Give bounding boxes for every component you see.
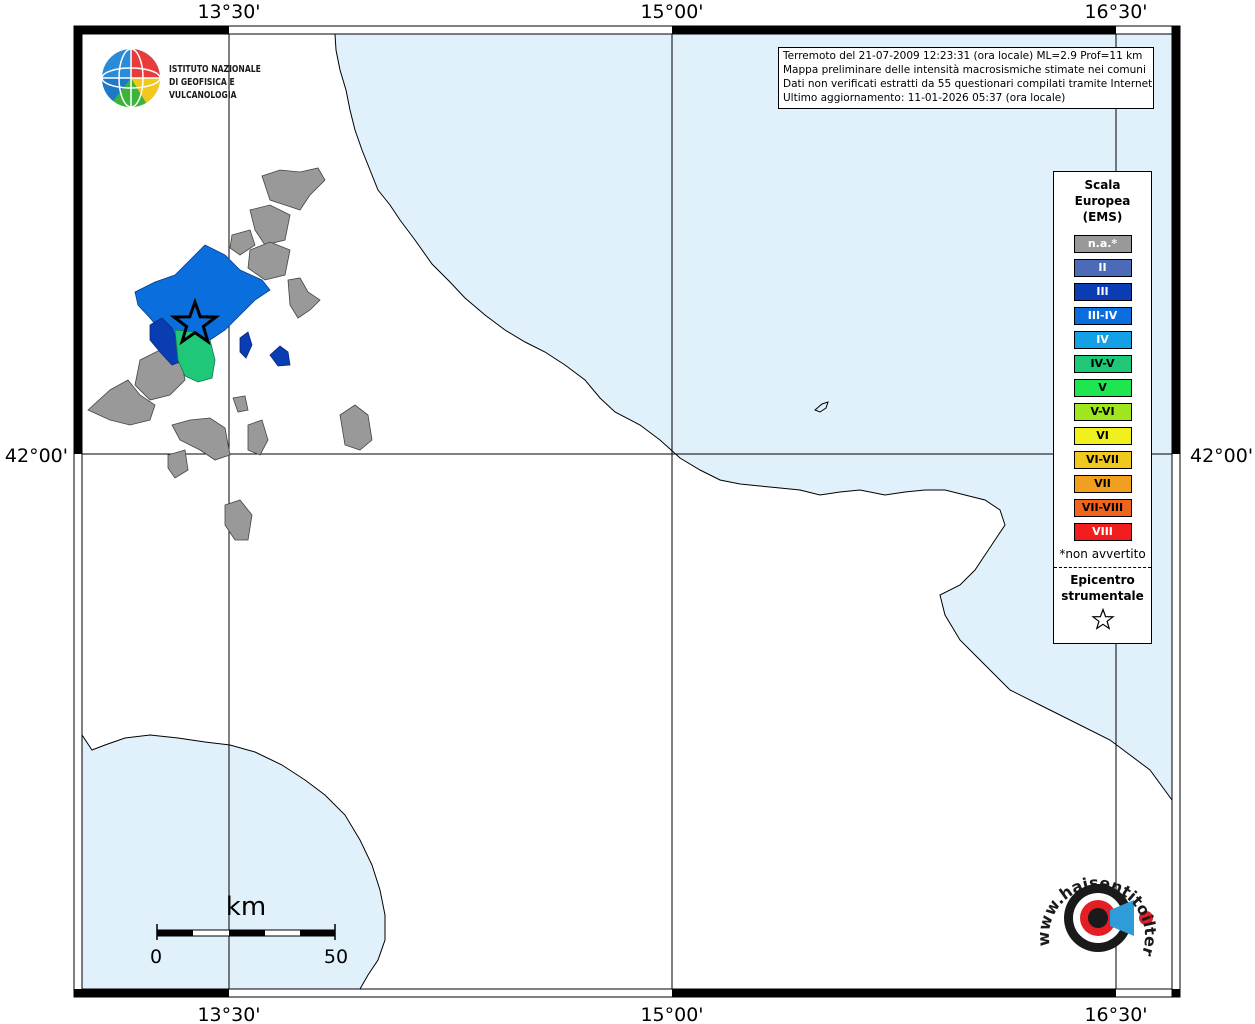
legend-item-iv: IV <box>1073 331 1132 349</box>
event-info-line3: Dati non verificati estratti da 55 quest… <box>783 78 1154 90</box>
ingv-logo-text: ISTITUTO NAZIONALE DI GEOFISICA E VULCAN… <box>169 63 298 102</box>
scale-min-label: 0 <box>150 946 162 968</box>
legend-epicenter-line2: strumentale <box>1061 589 1144 603</box>
ingv-logo-line1: ISTITUTO NAZIONALE <box>169 64 261 75</box>
legend-items: n.a.* II III III-IV IV IV-V V V-VI VI VI… <box>1054 235 1151 541</box>
legend-item-iii: III <box>1073 283 1132 301</box>
globe-icon <box>101 48 161 108</box>
lon-label-top-3: 16°30' <box>1084 1 1147 23</box>
legend-item-vi-vii: VI-VII <box>1073 451 1132 469</box>
legend-item-vii-viii: VII-VIII <box>1073 499 1132 517</box>
legend-item-vii: VII <box>1073 475 1132 493</box>
lat-label-left: 42°00' <box>5 445 68 467</box>
legend-epicenter-line1: Epicentro <box>1070 573 1135 587</box>
legend-star-icon <box>1054 607 1151 634</box>
haisentito-logo-icon: www.haisentitoilterremoto.it <box>1022 843 1161 958</box>
legend-item-na: n.a.* <box>1073 235 1132 253</box>
scale-max-label: 50 <box>324 946 348 968</box>
legend-item-v-vi: V-VI <box>1073 403 1132 421</box>
legend-item-vi: VI <box>1073 427 1132 445</box>
lon-label-bottom-1: 13°30' <box>197 1004 260 1024</box>
scale-unit-label: km <box>226 892 266 922</box>
legend-title-line1: Scala <box>1084 178 1121 192</box>
ingv-logo: ISTITUTO NAZIONALE DI GEOFISICA E VULCAN… <box>101 47 321 109</box>
event-info-line1: Terremoto del 21-07-2009 12:23:31 (ora l… <box>783 50 1143 62</box>
legend-item-v: V <box>1073 379 1132 397</box>
legend-item-iv-v: IV-V <box>1073 355 1132 373</box>
legend-note: *non avvertito <box>1059 547 1146 561</box>
lon-label-bottom-3: 16°30' <box>1084 1004 1147 1024</box>
legend-title: Scala Europea (EMS) <box>1054 177 1151 225</box>
lon-label-bottom-2: 15°00' <box>640 1004 703 1024</box>
ingv-logo-line2: DI GEOFISICA E VULCANOLOGIA <box>169 77 237 101</box>
lat-label-right: 42°00' <box>1190 445 1253 467</box>
legend-item-viii: VIII <box>1073 523 1132 541</box>
legend-title-line3: (EMS) <box>1082 210 1123 224</box>
legend-item-ii: II <box>1073 259 1132 277</box>
legend-item-iii-iv: III-IV <box>1073 307 1132 325</box>
event-info-box: Terremoto del 21-07-2009 12:23:31 (ora l… <box>778 47 1154 109</box>
haisentito-logo: www.haisentitoilterremoto.it <box>1022 843 1161 978</box>
legend-divider <box>1054 567 1151 568</box>
event-info-line4: Ultimo aggiornamento: 11-01-2026 05:37 (… <box>783 92 1066 104</box>
lon-label-top-1: 13°30' <box>197 1 260 23</box>
event-info-line2: Mappa preliminare delle intensità macros… <box>783 64 1146 76</box>
legend-title-line2: Europea <box>1074 194 1131 208</box>
lon-label-top-2: 15°00' <box>640 1 703 23</box>
ems-legend: Scala Europea (EMS) n.a.* II III III-IV … <box>1053 171 1152 644</box>
legend-epicenter-title: Epicentro strumentale <box>1054 572 1151 604</box>
